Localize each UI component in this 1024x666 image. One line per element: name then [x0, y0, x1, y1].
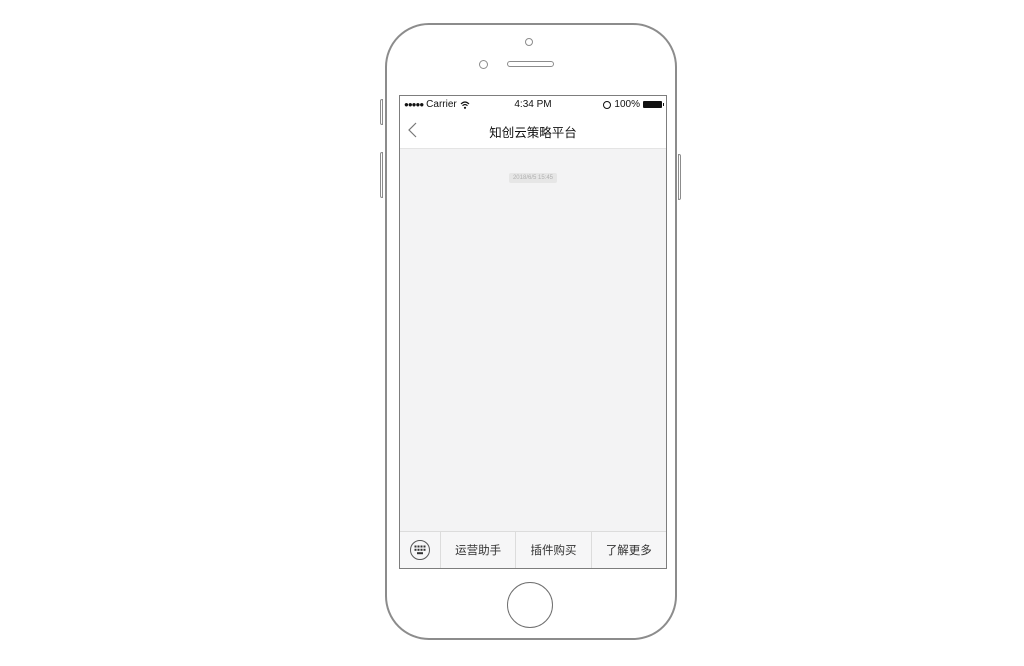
- battery-percent: 100%: [614, 99, 640, 110]
- navigation-bar: 知创云策略平台: [400, 113, 666, 149]
- earpiece-speaker: [507, 61, 554, 67]
- menu-operations-assistant[interactable]: 运营助手: [441, 532, 515, 568]
- keyboard-keys-glyph: [414, 545, 426, 555]
- power-button: [678, 154, 681, 200]
- home-button[interactable]: [507, 582, 553, 628]
- chat-message-area[interactable]: 2018/6/5 15:45: [400, 149, 666, 531]
- phone-screen: ●●●●● Carrier 4:34 PM 100% 知创云策略平台 2018/…: [399, 95, 667, 569]
- message-timestamp: 2018/6/5 15:45: [400, 166, 666, 184]
- menu-item-label: 运营助手: [455, 543, 502, 557]
- menu-learn-more[interactable]: 了解更多: [590, 532, 666, 568]
- keyboard-icon: [410, 540, 430, 560]
- menu-item-label: 插件购买: [530, 543, 577, 557]
- volume-up-button: [380, 99, 383, 125]
- menu-item-label: 了解更多: [605, 543, 652, 557]
- front-camera: [525, 38, 533, 46]
- battery-icon: [643, 101, 664, 108]
- page-title: 知创云策略平台: [489, 125, 577, 140]
- bottom-menu-bar: 运营助手 插件购买 了解更多: [400, 531, 666, 568]
- timestamp-label: 2018/6/5 15:45: [508, 173, 558, 183]
- status-right: 100%: [603, 99, 664, 110]
- proximity-sensor: [479, 60, 488, 69]
- volume-down-button: [380, 152, 383, 198]
- status-bar: ●●●●● Carrier 4:34 PM 100%: [400, 96, 666, 113]
- device-mockup: ●●●●● Carrier 4:34 PM 100% 知创云策略平台 2018/…: [0, 0, 1024, 666]
- menu-plugin-purchase[interactable]: 插件购买: [515, 532, 590, 568]
- keyboard-toggle-button[interactable]: [400, 532, 441, 568]
- orientation-lock-icon: [603, 100, 612, 109]
